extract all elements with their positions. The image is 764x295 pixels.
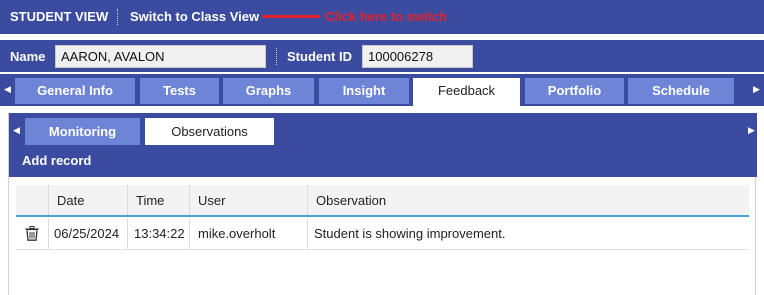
cell-date: 06/25/2024 — [48, 218, 127, 249]
tab-feedback[interactable]: Feedback — [413, 78, 520, 106]
subtab-observations[interactable]: Observations — [145, 118, 274, 145]
trash-icon — [25, 226, 39, 241]
column-header-user[interactable]: User — [189, 185, 307, 215]
info-divider — [276, 48, 277, 65]
annotation-arrow — [262, 15, 320, 18]
tab-schedule[interactable]: Schedule — [628, 78, 734, 104]
column-header-observation[interactable]: Observation — [307, 185, 749, 215]
name-label: Name — [10, 49, 46, 64]
name-field[interactable]: AARON, AVALON — [55, 45, 266, 68]
subtab-monitoring[interactable]: Monitoring — [25, 118, 140, 145]
student-id-field[interactable]: 100006278 — [362, 45, 473, 68]
tab-graphs[interactable]: Graphs — [223, 78, 314, 104]
caret-left-icon[interactable]: ◀ — [4, 84, 11, 95]
top-bar: STUDENT VIEW Switch to Class View Click … — [0, 0, 764, 34]
top-divider — [117, 9, 118, 25]
switch-hint: Click here to switch — [325, 9, 448, 24]
cell-user: mike.overholt — [189, 218, 307, 249]
sub-tab-bar: ◀ Monitoring Observations ▶ Add record — [9, 113, 757, 177]
tab-tests[interactable]: Tests — [140, 78, 219, 104]
delete-button[interactable] — [16, 218, 48, 249]
tab-portfolio[interactable]: Portfolio — [525, 78, 624, 104]
tab-general-info[interactable]: General Info — [15, 78, 135, 104]
cell-time: 13:34:22 — [127, 218, 189, 249]
caret-right-icon[interactable]: ▶ — [748, 125, 755, 136]
student-id-label: Student ID — [287, 49, 352, 64]
cell-observation: Student is showing improvement. — [307, 218, 749, 249]
switch-to-class-view-link[interactable]: Switch to Class View — [130, 9, 259, 24]
tab-insight[interactable]: Insight — [319, 78, 409, 104]
table-header: Date Time User Observation — [16, 185, 749, 217]
view-label: STUDENT VIEW — [10, 9, 109, 24]
caret-right-icon[interactable]: ▶ — [753, 84, 760, 95]
column-header-time[interactable]: Time — [127, 185, 189, 215]
main-tab-bar: ◀ General Info Tests Graphs Insight Feed… — [0, 74, 764, 106]
add-record-button[interactable]: Add record — [22, 153, 91, 168]
column-header-actions — [16, 185, 48, 215]
caret-left-icon[interactable]: ◀ — [13, 125, 20, 136]
student-info-bar: Name AARON, AVALON Student ID 100006278 — [0, 40, 764, 72]
feedback-panel: ◀ Monitoring Observations ▶ Add record D… — [8, 113, 757, 295]
column-header-date[interactable]: Date — [48, 185, 127, 215]
table-row: 06/25/2024 13:34:22 mike.overholt Studen… — [16, 218, 749, 250]
